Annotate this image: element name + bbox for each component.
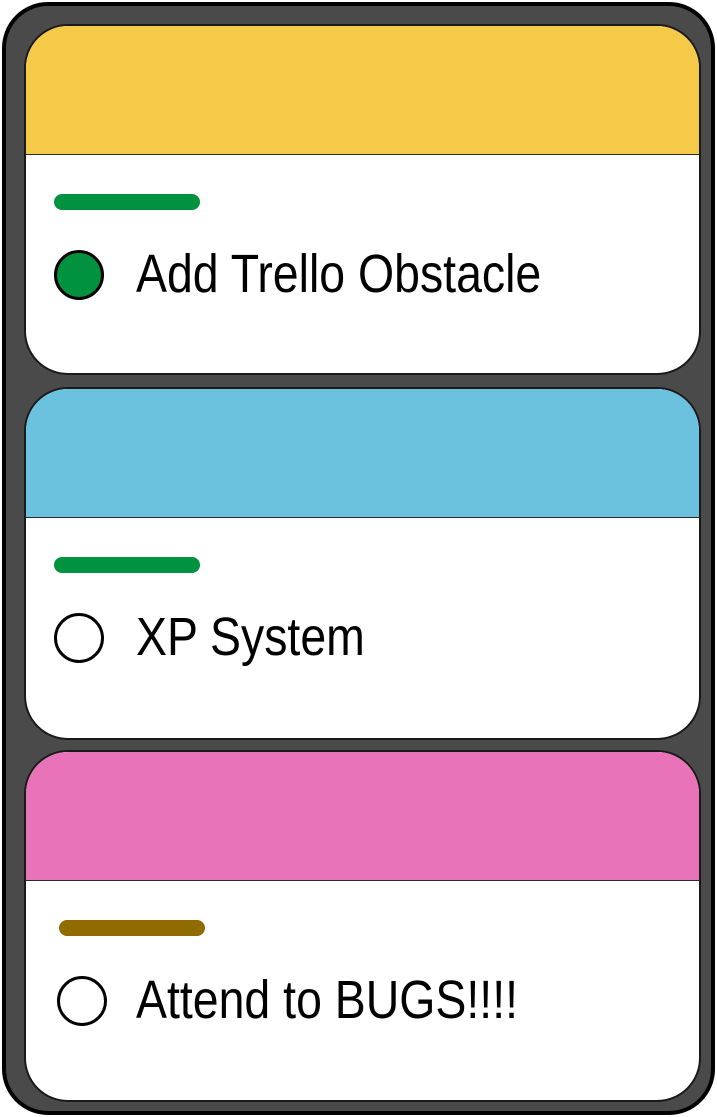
card-title: Attend to BUGS!!!!	[136, 970, 519, 1030]
completed-check-icon[interactable]	[54, 250, 104, 300]
card-attend-to-bugs[interactable]: Attend to BUGS!!!!	[24, 750, 701, 1102]
card-label[interactable]	[54, 194, 200, 210]
card-list: Add Trello Obstacle XP System Attend to …	[2, 2, 715, 1115]
card-title: Add Trello Obstacle	[136, 244, 542, 304]
card-xp-system[interactable]: XP System	[24, 387, 701, 740]
incomplete-check-icon[interactable]	[57, 976, 107, 1026]
card-label[interactable]	[54, 557, 200, 573]
card-label[interactable]	[59, 920, 205, 936]
card-cover	[26, 389, 699, 518]
card-cover	[26, 752, 699, 881]
card-add-trello-obstacle[interactable]: Add Trello Obstacle	[24, 24, 701, 375]
incomplete-check-icon[interactable]	[54, 613, 104, 663]
card-cover	[26, 26, 699, 155]
card-title: XP System	[136, 607, 365, 667]
